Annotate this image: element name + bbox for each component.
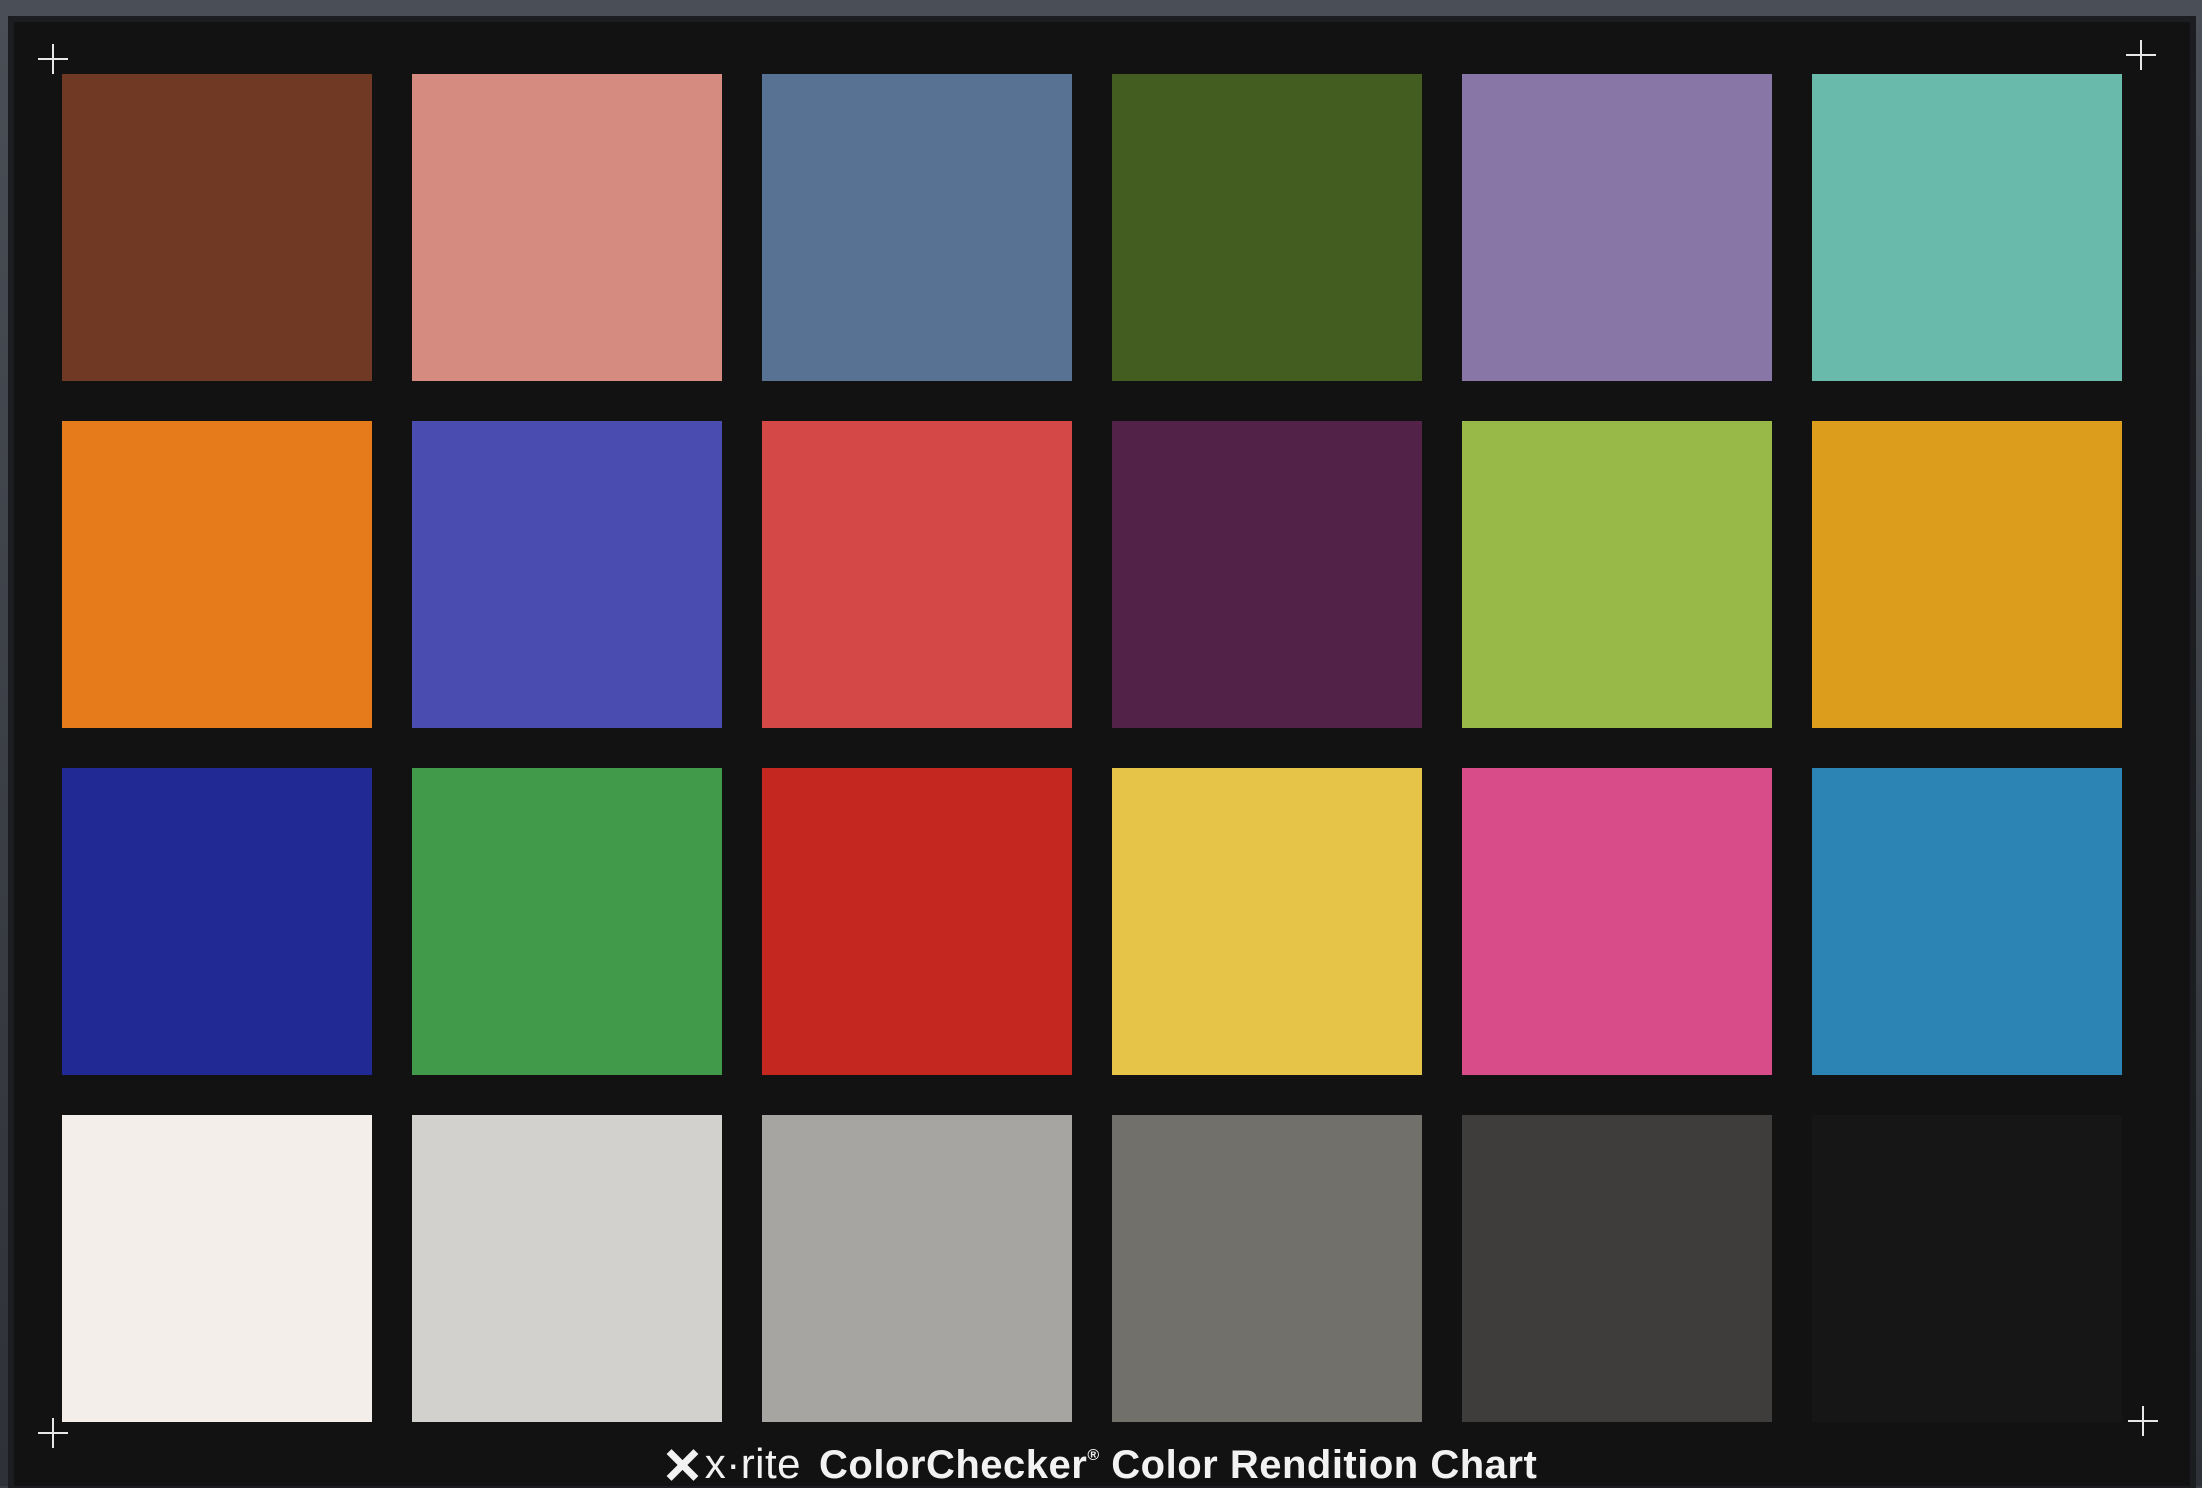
registration-mark-top-right bbox=[2126, 40, 2156, 70]
color-patch bbox=[1462, 74, 1772, 381]
color-patch bbox=[1462, 768, 1772, 1075]
caption-subtitle: Color Rendition Chart bbox=[1099, 1443, 1538, 1487]
color-patch bbox=[1462, 421, 1772, 728]
registration-mark-top-left bbox=[38, 44, 68, 74]
brand-name: x·rite bbox=[704, 1440, 802, 1487]
color-patch bbox=[1812, 74, 2122, 381]
color-patch bbox=[1462, 1115, 1772, 1422]
patch-grid bbox=[62, 74, 2122, 1422]
color-patch bbox=[62, 74, 372, 381]
color-patch bbox=[1112, 421, 1422, 728]
color-patch bbox=[762, 421, 1072, 728]
color-patch bbox=[412, 74, 722, 381]
color-patch bbox=[762, 1115, 1072, 1422]
color-patch bbox=[62, 768, 372, 1075]
color-patch bbox=[762, 768, 1072, 1075]
product-name: ColorChecker bbox=[819, 1443, 1088, 1487]
registration-mark-bottom-right bbox=[2128, 1406, 2158, 1436]
color-patch bbox=[62, 1115, 372, 1422]
colorchecker-card bbox=[14, 22, 2190, 1486]
color-patch bbox=[412, 768, 722, 1075]
color-patch bbox=[1112, 1115, 1422, 1422]
color-patch bbox=[1112, 768, 1422, 1075]
color-patch bbox=[1812, 768, 2122, 1075]
color-patch bbox=[412, 1115, 722, 1422]
color-patch bbox=[1812, 1115, 2122, 1422]
color-patch bbox=[412, 421, 722, 728]
color-patch bbox=[762, 74, 1072, 381]
chart-caption: x·rite ColorChecker® Color Rendition Char… bbox=[0, 1440, 2202, 1488]
xrite-logo-icon bbox=[665, 1448, 699, 1482]
registered-mark: ® bbox=[1087, 1447, 1100, 1464]
color-patch bbox=[1112, 74, 1422, 381]
color-patch bbox=[1812, 421, 2122, 728]
color-patch bbox=[62, 421, 372, 728]
